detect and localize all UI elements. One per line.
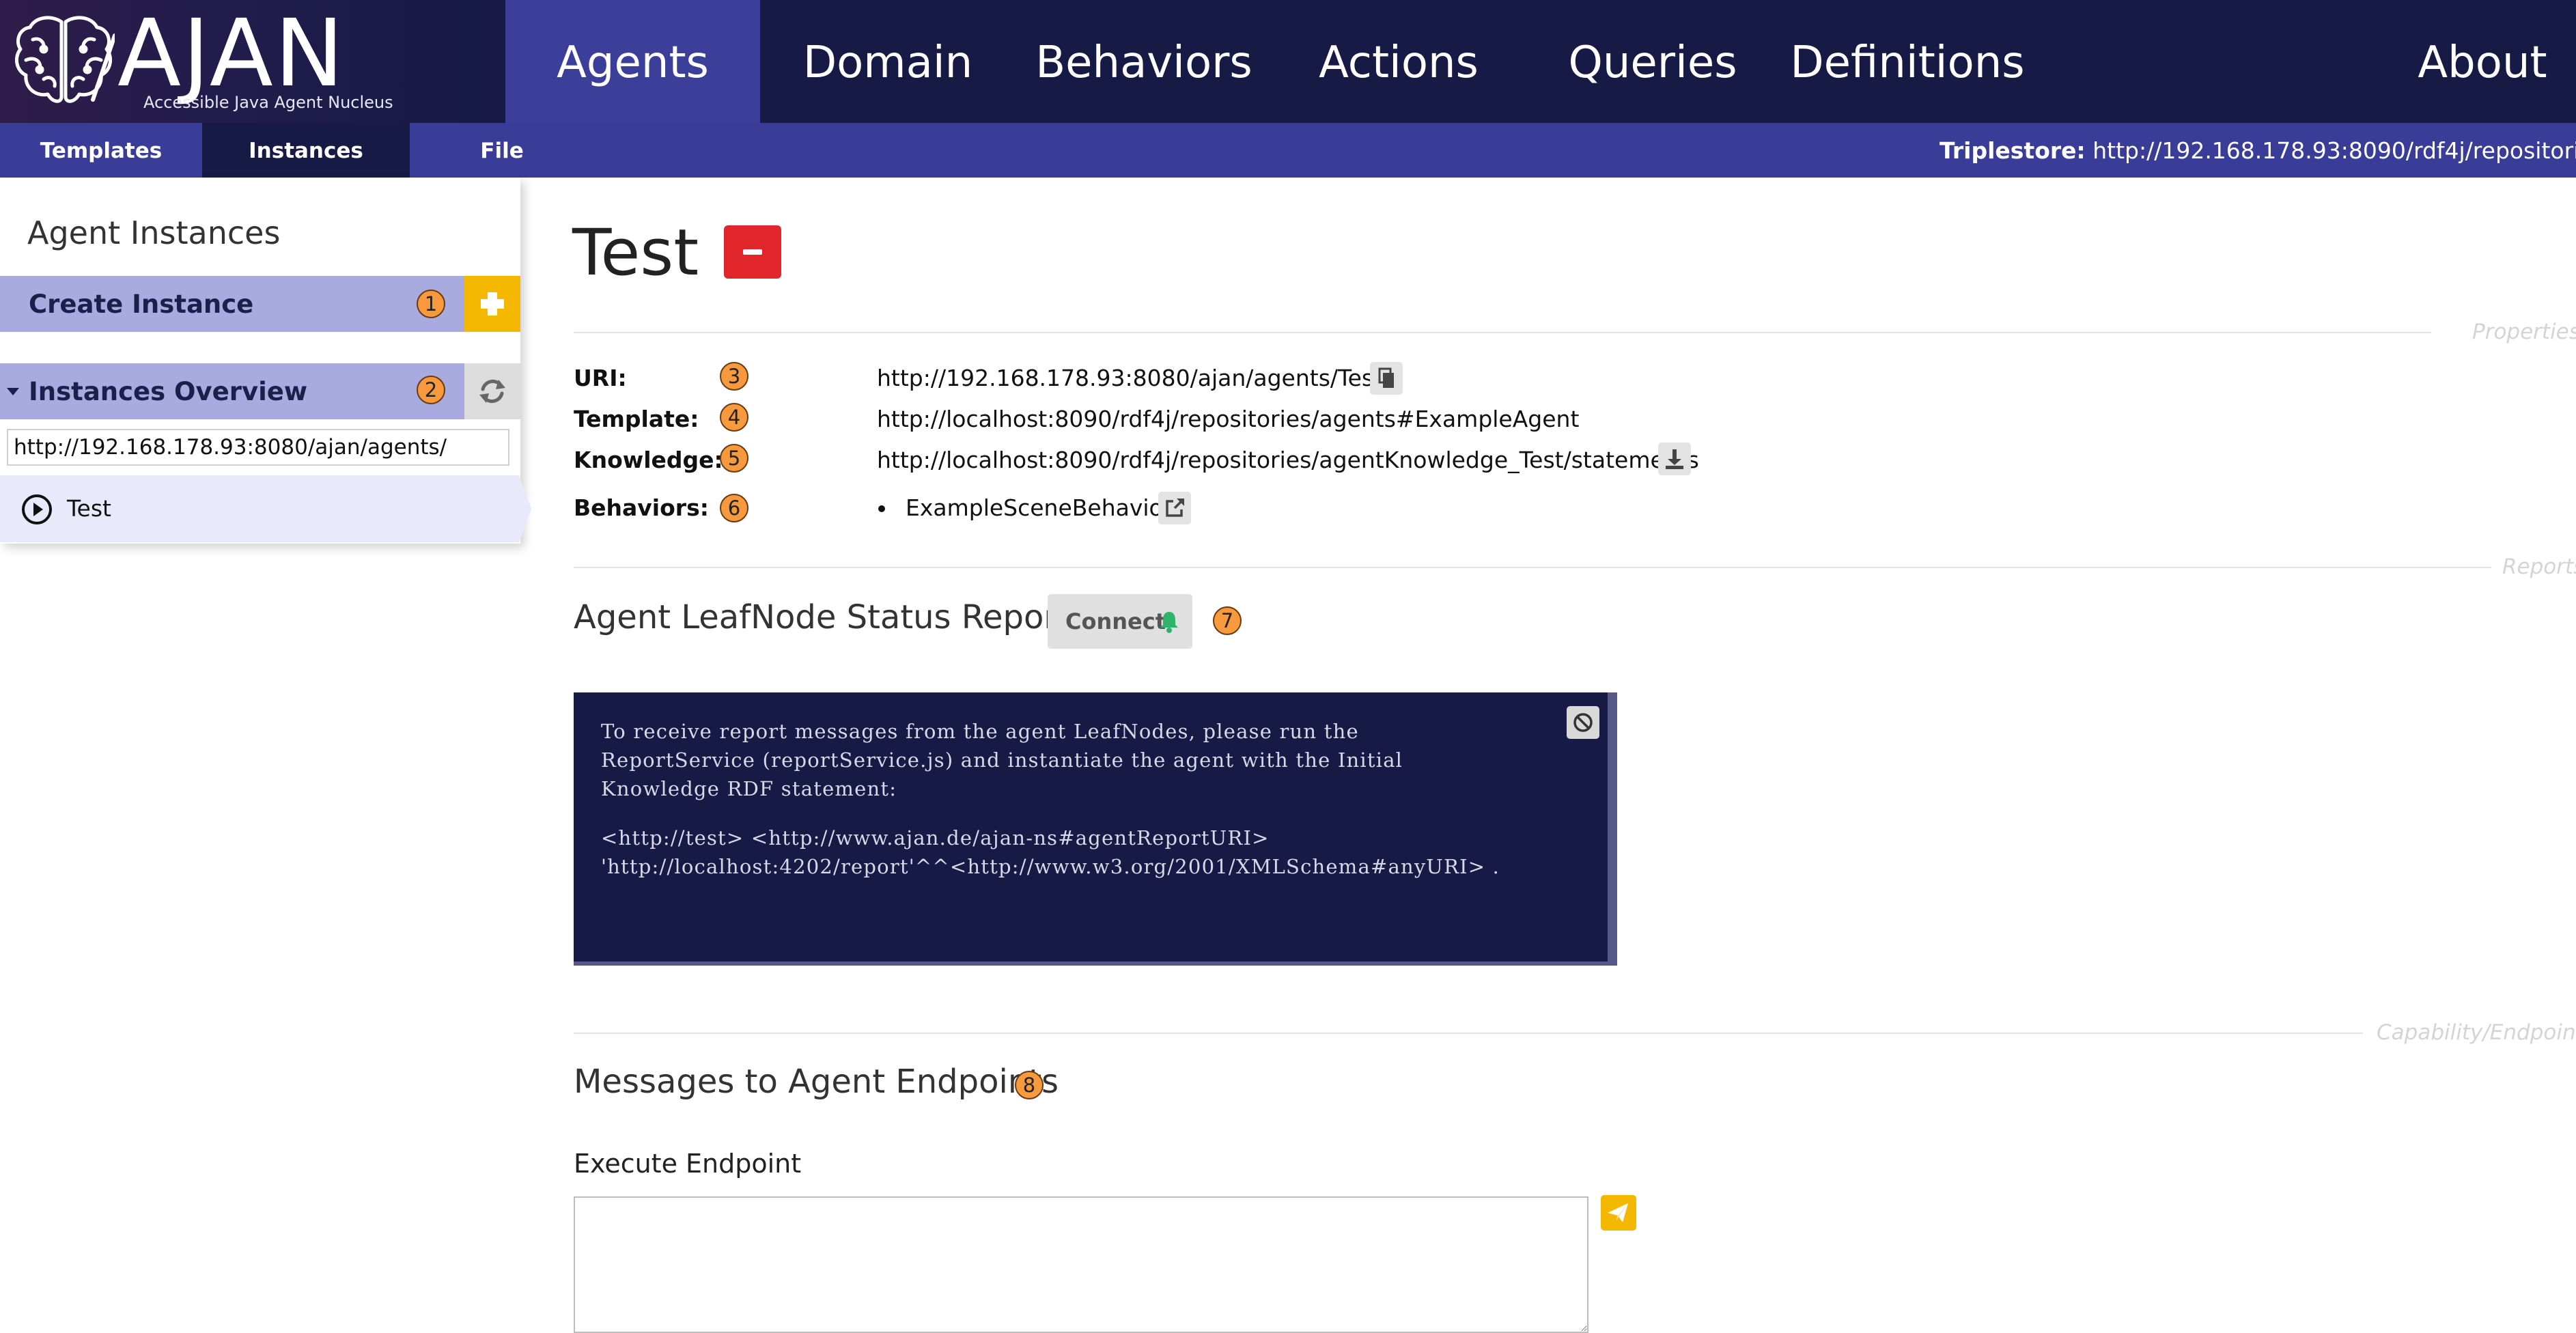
copy-uri-button[interactable] (1370, 362, 1403, 395)
connect-button[interactable]: Connect (1048, 594, 1192, 649)
instances-overview-label: Instances Overview (29, 377, 308, 406)
help-badge: 1 (417, 290, 445, 318)
download-knowledge-button[interactable] (1658, 443, 1691, 475)
tab-instances[interactable]: Instances (205, 123, 407, 178)
template-label: Template: (574, 406, 699, 432)
nav-actions[interactable]: Actions (1298, 0, 1500, 123)
execute-endpoint-input[interactable] (574, 1196, 1588, 1333)
agent-template: http://localhost:8090/rdf4j/repositories… (877, 406, 1580, 432)
create-instance-label: Create Instance (29, 290, 254, 319)
brain-logo-icon (14, 16, 115, 103)
tab-templates[interactable]: Templates (0, 123, 202, 178)
sidebar: Agent Instances Create Instance 1 Instan… (0, 178, 531, 544)
delete-agent-button[interactable] (724, 225, 781, 279)
reports-title: Agent LeafNode Status Reports (574, 598, 1087, 636)
download-icon (1666, 449, 1683, 469)
section-divider (574, 1033, 2363, 1034)
nav-about[interactable]: About (2404, 0, 2561, 123)
uri-label: URI: (574, 365, 627, 391)
ban-icon (1573, 713, 1593, 732)
create-instance-row[interactable]: Create Instance 1 (0, 276, 464, 332)
help-badge: 3 (720, 362, 748, 391)
help-badge: 2 (417, 376, 445, 404)
help-badge: 8 (1015, 1071, 1044, 1099)
external-link-icon (1166, 499, 1184, 517)
nav-agents[interactable]: Agents (505, 0, 760, 123)
console-line: 'http://localhost:4202/report'^^<http://… (601, 855, 1500, 878)
section-label-reports: Reports (2502, 555, 2576, 579)
sub-navbar: Templates Instances File Triplestore: ht… (0, 123, 2576, 178)
help-badge: 5 (720, 444, 748, 473)
instance-list-item[interactable]: Test (0, 475, 519, 542)
caret-down-icon (7, 388, 19, 395)
behaviors-label: Behaviors: (574, 494, 709, 521)
create-instance-button[interactable] (464, 276, 520, 332)
agent-knowledge: http://localhost:8090/rdf4j/repositories… (877, 447, 1699, 473)
help-badge: 7 (1213, 606, 1242, 635)
connect-label: Connect (1065, 608, 1166, 634)
refresh-button[interactable] (464, 363, 520, 419)
minus-icon (743, 249, 762, 255)
selected-pointer (519, 475, 531, 542)
report-console: To receive report messages from the agen… (574, 692, 1617, 966)
behavior-name[interactable]: ExampleSceneBehavior (906, 494, 1172, 521)
refresh-icon (479, 379, 505, 404)
paper-plane-icon (1608, 1203, 1628, 1222)
console-line: ReportService (reportService.js) and ins… (601, 748, 1403, 772)
triplestore-info: Triplestore: http://192.168.178.93:8090/… (1940, 123, 2576, 178)
section-label-properties: Properties (2472, 320, 2576, 344)
section-label-endpoints: Capability/Endpoints (2377, 1020, 2576, 1045)
copy-icon (1378, 367, 1394, 388)
help-badge: 6 (720, 494, 748, 522)
open-behavior-button[interactable] (1158, 492, 1191, 524)
nav-behaviors[interactable]: Behaviors (1024, 0, 1263, 123)
tab-file[interactable]: File (464, 123, 540, 178)
nav-domain[interactable]: Domain (789, 0, 987, 123)
section-divider (574, 332, 2431, 333)
bell-icon (1160, 612, 1178, 633)
section-divider (574, 567, 2491, 568)
endpoints-title: Messages to Agent Endpoints (574, 1063, 1059, 1101)
brand-subtitle: Accessible Java Agent Nucleus (143, 93, 393, 112)
knowledge-label: Knowledge: (574, 447, 723, 473)
execute-endpoint-label: Execute Endpoint (574, 1149, 802, 1179)
triplestore-url: http://192.168.178.93:8090/rdf4j/reposit… (2092, 137, 2576, 164)
list-bullet (878, 505, 885, 512)
nav-queries[interactable]: Queries (1550, 0, 1755, 123)
play-circle-icon (22, 494, 52, 524)
instances-overview-row[interactable]: Instances Overview 2 (0, 363, 464, 419)
console-line: Knowledge RDF statement: (601, 777, 897, 800)
top-navbar: AJAN Accessible Java Agent Nucleus Agent… (0, 0, 2576, 123)
nav-definitions[interactable]: Definitions (1789, 0, 2026, 123)
agent-uri: http://192.168.178.93:8080/ajan/agents/T… (877, 365, 1383, 391)
console-line: To receive report messages from the agen… (601, 720, 1359, 743)
brand-logo[interactable]: AJAN Accessible Java Agent Nucleus (0, 0, 504, 123)
help-badge: 4 (720, 403, 748, 432)
subnav-divider (407, 123, 410, 178)
send-execute-button[interactable] (1601, 1195, 1636, 1231)
sidebar-title: Agent Instances (27, 214, 281, 251)
brand-title: AJAN (117, 0, 346, 108)
triplestore-label: Triplestore: (1940, 137, 2086, 164)
console-line: <http://test> <http://www.ajan.de/ajan-n… (601, 826, 1270, 850)
plus-icon (481, 292, 504, 315)
clear-console-button[interactable] (1567, 706, 1599, 739)
agent-title: Test (572, 216, 699, 290)
instance-name: Test (67, 495, 111, 522)
agents-base-url-input[interactable] (7, 429, 509, 466)
